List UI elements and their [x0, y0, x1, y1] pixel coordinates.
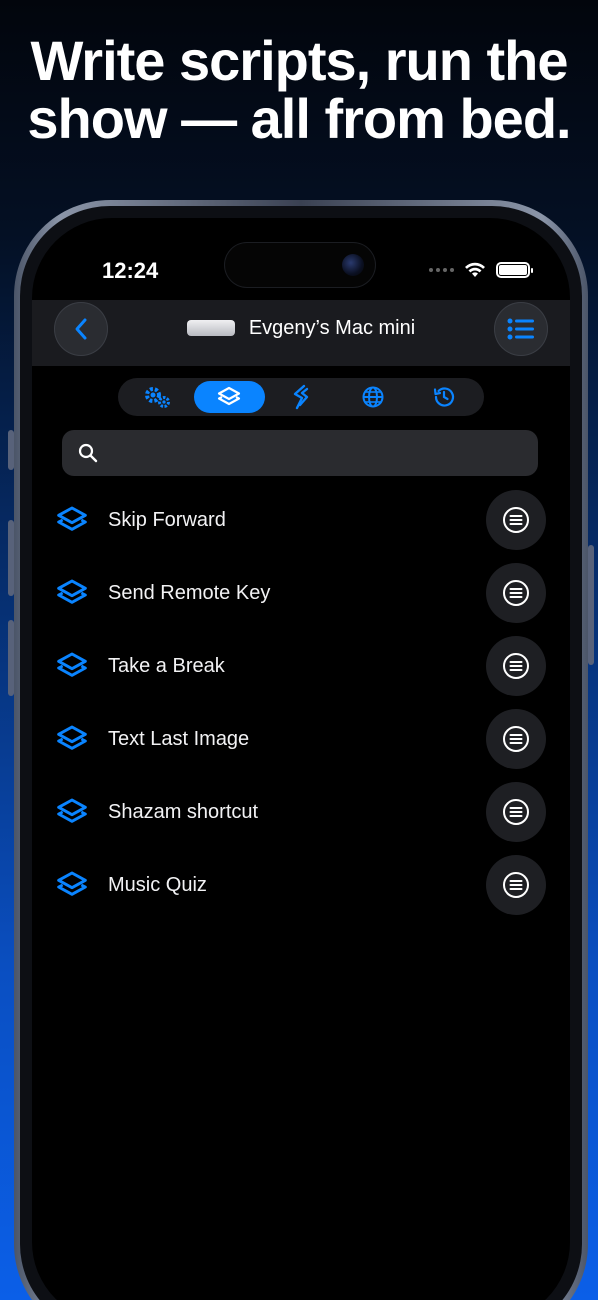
list-item[interactable]: Text Last Image — [32, 703, 570, 776]
phone-frame: 12:24 Evgeny’s Mac mini Skip Forward Sen… — [8, 200, 594, 1300]
camera-icon — [342, 254, 364, 276]
shortcuts-icon — [57, 652, 87, 677]
status-indicators — [429, 262, 533, 278]
shortcuts-icon — [57, 725, 87, 750]
list-item-label: Take a Break — [108, 655, 225, 677]
list-item-label: Skip Forward — [108, 509, 226, 531]
tab-web[interactable] — [337, 381, 409, 413]
list-circle-icon — [503, 653, 529, 679]
list-icon — [507, 318, 534, 340]
search-input[interactable] — [108, 442, 508, 464]
details-button[interactable] — [486, 636, 546, 696]
tab-settings[interactable] — [122, 381, 194, 413]
device-name: Evgeny’s Mac mini — [248, 316, 416, 339]
tab-shortcuts[interactable] — [193, 381, 266, 413]
list-item-label: Music Quiz — [108, 874, 207, 896]
list-circle-icon — [503, 726, 529, 752]
list-menu-button[interactable] — [494, 302, 548, 356]
status-time: 12:24 — [102, 258, 159, 283]
mac-mini-icon — [186, 320, 235, 336]
volume-up-button — [8, 520, 14, 596]
headline-line-1: Write scripts, run the — [30, 29, 568, 92]
list-circle-icon — [503, 507, 529, 533]
headline-line-2: show — all from bed. — [27, 87, 571, 150]
details-button[interactable] — [486, 490, 546, 550]
list-item-label: Send Remote Key — [108, 582, 271, 604]
action-button — [8, 430, 14, 470]
shortcuts-icon — [57, 579, 87, 604]
wifi-icon — [465, 262, 485, 277]
details-button[interactable] — [486, 782, 546, 842]
battery-icon — [496, 262, 533, 278]
search-icon — [78, 443, 98, 463]
dynamic-island — [224, 242, 376, 288]
shortcuts-icon — [57, 871, 87, 896]
list-circle-icon — [503, 872, 529, 898]
details-button[interactable] — [486, 855, 546, 915]
tab-scriptable[interactable] — [265, 381, 337, 413]
list-item[interactable]: Music Quiz — [32, 849, 570, 922]
shortcut-list: Skip Forward Send Remote Key Take a Brea… — [32, 484, 570, 922]
device-title: Evgeny’s Mac mini — [32, 300, 570, 356]
scriptable-icon — [293, 384, 309, 410]
details-button[interactable] — [486, 563, 546, 623]
gears-icon — [144, 387, 170, 408]
nav-bar: Evgeny’s Mac mini — [32, 300, 570, 366]
volume-down-button — [8, 620, 14, 696]
list-item-label: Shazam shortcut — [108, 801, 259, 823]
segmented-control — [118, 378, 484, 416]
search-field[interactable] — [62, 430, 538, 476]
shortcuts-icon — [57, 798, 87, 823]
list-item-label: Text Last Image — [108, 728, 250, 750]
details-button[interactable] — [486, 709, 546, 769]
app-screen: 12:24 Evgeny’s Mac mini Skip Forward Sen… — [32, 218, 570, 1300]
signal-icon — [429, 268, 454, 272]
tab-history[interactable] — [408, 381, 480, 413]
list-circle-icon — [503, 799, 529, 825]
list-circle-icon — [503, 580, 529, 606]
shortcuts-icon — [57, 506, 87, 531]
list-item[interactable]: Skip Forward — [32, 484, 570, 557]
globe-icon — [362, 386, 384, 408]
list-item[interactable]: Shazam shortcut — [32, 776, 570, 849]
shortcuts-icon — [218, 386, 241, 406]
headline: Write scripts, run the show — all from b… — [0, 32, 598, 148]
power-button — [588, 545, 594, 665]
list-item[interactable]: Take a Break — [32, 630, 570, 703]
list-item[interactable]: Send Remote Key — [32, 557, 570, 630]
history-icon — [434, 387, 455, 407]
